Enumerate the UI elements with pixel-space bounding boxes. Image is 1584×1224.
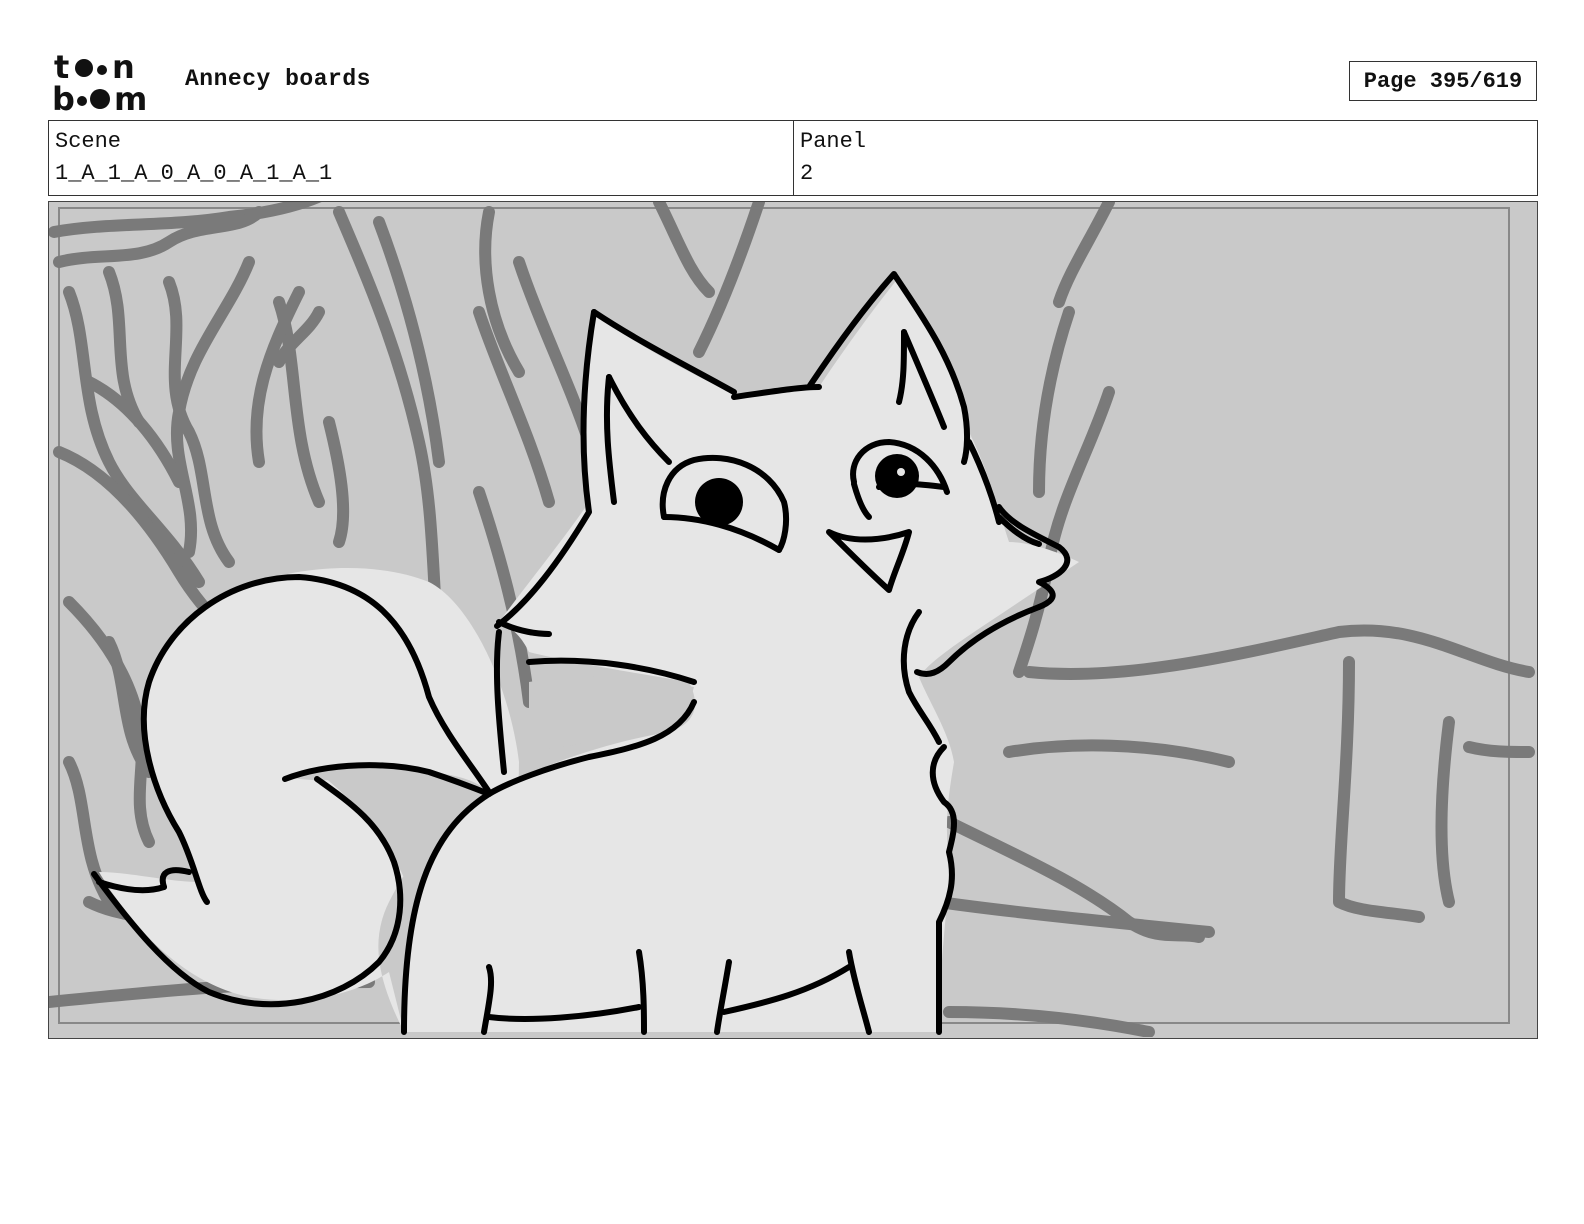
project-title: Annecy boards: [185, 66, 371, 92]
toon-boom-logo: t n b m: [52, 50, 147, 114]
panel-value: 2: [800, 161, 814, 186]
scene-label: Scene: [55, 129, 122, 154]
svg-text:m: m: [114, 80, 147, 114]
panel-label: Panel: [800, 129, 867, 154]
page-counter: Page 395/619: [1349, 61, 1537, 101]
storyboard-sketch-fox-image: [49, 202, 1536, 1037]
storyboard-panel: [48, 201, 1538, 1039]
scene-value: 1_A_1_A_0_A_0_A_1_A_1: [55, 161, 333, 186]
scene-panel-info: Scene 1_A_1_A_0_A_0_A_1_A_1 Panel 2: [48, 120, 1538, 196]
panel-cell: Panel 2: [793, 121, 1537, 195]
scene-cell: Scene 1_A_1_A_0_A_0_A_1_A_1: [49, 121, 793, 195]
svg-text:b: b: [52, 80, 75, 114]
page-counter-label: Page 395/619: [1363, 68, 1523, 94]
